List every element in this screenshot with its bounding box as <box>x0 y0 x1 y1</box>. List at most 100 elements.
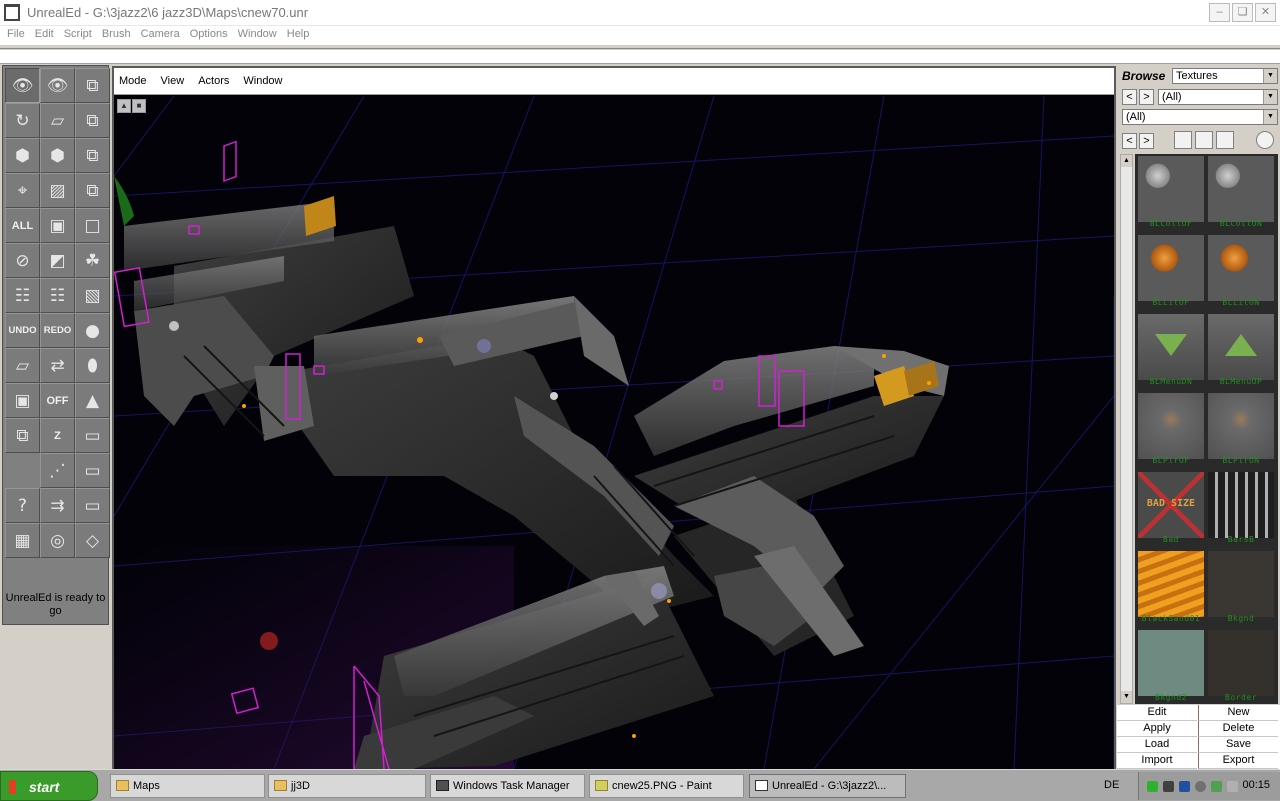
view-large-icon[interactable] <box>1216 131 1234 149</box>
texture-thumbnail[interactable] <box>1138 551 1204 617</box>
camera-rotate-tool[interactable]: 👁 <box>40 68 75 103</box>
package-select[interactable]: (All) ▼ <box>1158 89 1278 105</box>
menu-edit[interactable]: Edit <box>31 26 58 45</box>
brush-scale-tool[interactable]: ⧉ <box>75 103 110 138</box>
task-maps[interactable]: Maps <box>110 774 265 798</box>
texture-thumbnail[interactable] <box>1208 472 1274 538</box>
new-button[interactable]: New <box>1198 705 1278 721</box>
snap-vertex-tool[interactable]: ☷ <box>40 278 75 313</box>
group-select[interactable]: (All) ▼ <box>1122 109 1278 125</box>
brush-sheer-tool[interactable]: ▱ <box>40 103 75 138</box>
import-button[interactable]: Import <box>1117 753 1197 769</box>
texture-thumbnail[interactable] <box>1138 235 1204 301</box>
edit-button[interactable]: Edit <box>1117 705 1197 721</box>
load-button[interactable]: Load <box>1117 737 1197 753</box>
scroll-up-icon[interactable]: ▲ <box>1121 155 1132 167</box>
start-button[interactable]: start <box>0 771 98 801</box>
hide-selected-button[interactable]: ⊘ <box>5 243 40 278</box>
scroll-down-icon[interactable]: ▼ <box>1121 691 1132 703</box>
texture-thumbnail[interactable] <box>1208 551 1274 617</box>
mirror-tool[interactable]: ⧉ <box>75 173 110 208</box>
vertex-edit-tool[interactable]: ⧉ <box>75 138 110 173</box>
viewport-lock-toggle[interactable]: ■ <box>132 99 146 113</box>
perspective-viewport[interactable]: Mode View Actors Window ▲ ■ <box>112 66 1116 769</box>
menu-brush[interactable]: Brush <box>98 26 135 45</box>
cone-builder-button[interactable]: ▲ <box>75 383 110 418</box>
tray-volume-icon[interactable] <box>1195 781 1206 792</box>
cylinder-builder-button[interactable]: ⬮ <box>75 348 110 383</box>
texture-thumbnail[interactable] <box>1138 630 1204 696</box>
group-prev-button[interactable]: < <box>1122 133 1137 149</box>
z-lock-button[interactable]: Z <box>40 418 75 453</box>
tray-app-icon[interactable] <box>1147 781 1158 792</box>
task-paint[interactable]: cnew25.PNG - Paint <box>589 774 744 798</box>
menu-window[interactable]: Window <box>234 26 281 45</box>
brush-clip-tool[interactable]: ⧉ <box>75 68 110 103</box>
texture-thumbnail[interactable] <box>1138 393 1204 459</box>
view-medium-icon[interactable] <box>1195 131 1213 149</box>
add-actor-tool[interactable]: ⌖ <box>5 173 40 208</box>
off-toggle-button[interactable]: OFF <box>40 383 75 418</box>
texture-thumbnail[interactable] <box>1208 235 1274 301</box>
menu-options[interactable]: Options <box>186 26 232 45</box>
tray-misc-icon[interactable] <box>1227 781 1238 792</box>
browser-type-select[interactable]: Textures ▼ <box>1172 68 1278 84</box>
view-small-icon[interactable] <box>1174 131 1192 149</box>
align-tool[interactable]: ☷ <box>5 278 40 313</box>
tray-security-icon[interactable] <box>1211 781 1222 792</box>
select-all-button[interactable]: ALL <box>5 208 40 243</box>
level-geometry-render[interactable] <box>114 96 1114 769</box>
menu-file[interactable]: File <box>3 26 29 45</box>
task-unrealed[interactable]: UnrealEd - G:\3jazz2\... <box>749 774 906 798</box>
subtract-brush-button[interactable]: ⇄ <box>40 348 75 383</box>
menu-help[interactable]: Help <box>283 26 314 45</box>
viewport-menu-mode[interactable]: Mode <box>119 75 147 87</box>
texture-scrollbar[interactable]: ▲ ▼ <box>1120 154 1133 704</box>
texture-thumbnail[interactable]: BAD SIZE <box>1138 472 1204 538</box>
add-brush-button[interactable]: ▱ <box>5 348 40 383</box>
texture-browser-button[interactable]: ☘ <box>75 243 110 278</box>
viewport-realtime-toggle[interactable]: ▲ <box>117 99 131 113</box>
select-box-tool[interactable]: ▨ <box>40 173 75 208</box>
texture-thumbnail[interactable] <box>1138 314 1204 380</box>
redo-button[interactable]: REDO <box>40 313 75 348</box>
maximize-button[interactable]: ❏ <box>1232 3 1253 22</box>
path-tool[interactable]: ⋰ <box>40 453 75 488</box>
brush-rotate-tool[interactable]: ↻ <box>5 103 40 138</box>
texture-thumbnail[interactable] <box>1138 156 1204 222</box>
texture-thumbnail[interactable] <box>1208 156 1274 222</box>
radar-view-button[interactable]: ◎ <box>40 523 75 558</box>
intersect-button[interactable]: ⧉ <box>5 418 40 453</box>
task-task-manager[interactable]: Windows Task Manager <box>430 774 585 798</box>
show-selected-button[interactable]: ▣ <box>40 208 75 243</box>
invert-selection-button[interactable]: ◩ <box>40 243 75 278</box>
tray-network-icon[interactable] <box>1179 781 1190 792</box>
export-button[interactable]: Export <box>1198 753 1278 769</box>
staircase-builder-button[interactable]: ▭ <box>75 418 110 453</box>
viewport-menu-view[interactable]: View <box>161 75 185 87</box>
save-button[interactable]: Save <box>1198 737 1278 753</box>
delete-button[interactable]: Delete <box>1198 721 1278 737</box>
apply-button[interactable]: Apply <box>1117 721 1197 737</box>
close-button[interactable]: ✕ <box>1255 3 1276 22</box>
package-next-button[interactable]: > <box>1139 89 1154 105</box>
task-jj3d[interactable]: jj3D <box>268 774 426 798</box>
sphere-builder-button[interactable]: ● <box>75 313 110 348</box>
texture-thumbnail[interactable] <box>1208 630 1274 696</box>
camera-move-tool[interactable]: 👁 <box>5 68 40 103</box>
texture-pan-tool[interactable]: ⬢ <box>5 138 40 173</box>
texture-thumbnail[interactable] <box>1208 393 1274 459</box>
texture-thumbnail[interactable] <box>1208 314 1274 380</box>
menu-script[interactable]: Script <box>60 26 96 45</box>
curved-stair-button[interactable]: ▭ <box>75 488 110 523</box>
help-button[interactable]: ? <box>5 488 40 523</box>
language-indicator[interactable]: DE <box>1104 779 1119 791</box>
minimize-button[interactable]: – <box>1209 3 1230 22</box>
sheet-builder-button[interactable]: ◇ <box>75 523 110 558</box>
group-next-button[interactable]: > <box>1139 133 1154 149</box>
unrealed-app-icon[interactable] <box>4 4 20 21</box>
viewport-menu-actors[interactable]: Actors <box>198 75 229 87</box>
package-prev-button[interactable]: < <box>1122 89 1137 105</box>
spiral-stair-button[interactable]: ▭ <box>75 453 110 488</box>
tray-monitor-icon[interactable] <box>1163 781 1174 792</box>
